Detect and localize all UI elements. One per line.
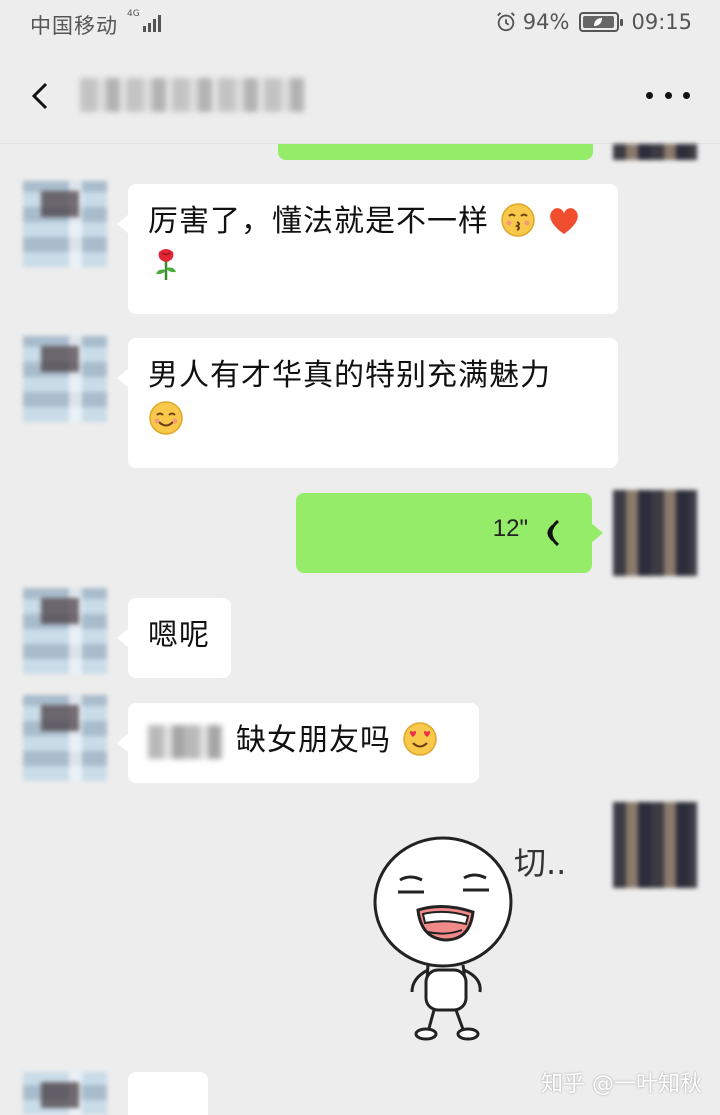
clock: 09:15 <box>631 10 692 34</box>
rose-emoji <box>156 248 176 280</box>
kissing-face-emoji <box>500 202 535 237</box>
message-text: 嗯呢 <box>148 618 210 653</box>
contact-avatar[interactable] <box>23 695 107 781</box>
sticker-caption: 切.. <box>514 844 567 882</box>
self-avatar[interactable] <box>613 144 697 160</box>
blurred-text <box>148 724 222 759</box>
heart-emoji <box>550 207 578 234</box>
message-bubble[interactable] <box>128 1072 208 1115</box>
more-dots-icon[interactable] <box>646 88 690 102</box>
status-bar: 中国移动 4G 94% 09:15 <box>0 0 720 48</box>
voice-message[interactable]: 12" <box>296 493 603 573</box>
message-bubble[interactable]: 厉害了，懂法就是不一样 <box>117 184 618 314</box>
signal-icon <box>143 14 165 32</box>
previous-sent-bubble <box>278 144 593 160</box>
carrier-name: 中国移动 <box>30 14 118 38</box>
contact-avatar[interactable] <box>23 181 107 267</box>
heart-eyes-emoji <box>402 721 437 756</box>
sticker-image[interactable] <box>368 820 538 1050</box>
chevron-left-icon[interactable] <box>22 76 62 116</box>
status-right: 94% 09:15 <box>495 10 692 34</box>
battery-percent: 94% <box>522 10 570 34</box>
message-bubble[interactable]: 男人有才华真的特别充满魅力 <box>117 338 618 468</box>
message-text: 男人有才华真的特别充满魅力 <box>148 358 551 393</box>
alarm-icon <box>496 12 515 32</box>
voice-duration: 12" <box>492 515 528 542</box>
voice-wave-icon <box>547 519 560 547</box>
message-bubble[interactable]: 嗯呢 <box>117 598 231 678</box>
contact-name-blurred <box>80 78 305 112</box>
message-bubble[interactable]: 缺女朋友吗 <box>117 703 479 783</box>
self-avatar[interactable] <box>613 490 697 576</box>
network-type: 4G <box>127 9 140 19</box>
contact-avatar[interactable] <box>23 588 107 674</box>
smiling-face-emoji <box>149 400 183 435</box>
watermark: 知乎 @一叶知秋 <box>541 1072 702 1097</box>
chat-header <box>0 48 720 144</box>
contact-avatar[interactable] <box>23 336 107 422</box>
battery-icon <box>579 12 624 32</box>
message-text: 厉害了，懂法就是不一样 <box>148 204 489 239</box>
contact-avatar[interactable] <box>23 1072 107 1115</box>
message-text: 缺女朋友吗 <box>236 723 391 758</box>
self-avatar[interactable] <box>613 802 697 888</box>
